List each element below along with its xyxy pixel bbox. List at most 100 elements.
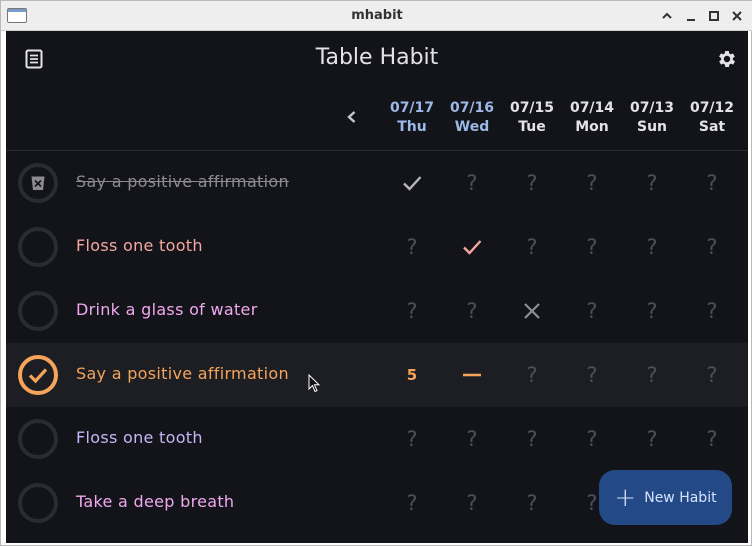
habit-row[interactable]: Floss one tooth?????? bbox=[6, 407, 748, 471]
record-cell-unknown[interactable]: ? bbox=[622, 163, 682, 203]
record-cell-unknown[interactable]: ? bbox=[622, 227, 682, 267]
question-mark-icon: ? bbox=[406, 427, 418, 451]
check-icon bbox=[461, 236, 483, 258]
previous-dates-button[interactable] bbox=[332, 97, 372, 137]
new-habit-button[interactable]: + New Habit bbox=[599, 470, 732, 525]
habit-progress-ring[interactable] bbox=[18, 355, 58, 395]
record-cell-unknown[interactable]: ? bbox=[502, 483, 562, 523]
gear-icon bbox=[719, 51, 735, 67]
record-cell-unknown[interactable]: ? bbox=[562, 291, 622, 331]
record-cell-unknown[interactable]: ? bbox=[562, 419, 622, 459]
habit-progress-ring[interactable] bbox=[18, 291, 58, 331]
record-cell-unknown[interactable]: ? bbox=[682, 419, 742, 459]
record-cell-check[interactable] bbox=[442, 227, 502, 267]
dash-icon bbox=[462, 372, 482, 378]
close-button[interactable] bbox=[727, 6, 747, 26]
habit-row[interactable]: Say a positive affirmation 5???? bbox=[6, 343, 748, 407]
day-date: 07/16 bbox=[449, 100, 495, 116]
habit-progress-ring[interactable] bbox=[18, 163, 58, 203]
record-value: 5 bbox=[406, 366, 418, 384]
record-cell-unknown[interactable]: ? bbox=[502, 227, 562, 267]
record-cell-unknown[interactable]: ? bbox=[562, 163, 622, 203]
day-weekday: Thu bbox=[397, 119, 427, 135]
question-mark-icon: ? bbox=[586, 235, 598, 259]
record-cell-unknown[interactable]: ? bbox=[502, 419, 562, 459]
record-cell-value[interactable]: 5 bbox=[382, 355, 442, 395]
record-cell-check[interactable] bbox=[382, 163, 442, 203]
record-cell-unknown[interactable]: ? bbox=[382, 291, 442, 331]
record-cell-unknown[interactable]: ? bbox=[562, 227, 622, 267]
record-cell-unknown[interactable]: ? bbox=[442, 163, 502, 203]
habit-name: Floss one tooth bbox=[76, 428, 203, 447]
record-cell-unknown[interactable]: ? bbox=[682, 227, 742, 267]
record-cell-unknown[interactable]: ? bbox=[622, 419, 682, 459]
habit-row[interactable]: Say a positive affirmation????? bbox=[6, 151, 748, 215]
plus-icon: + bbox=[614, 482, 637, 513]
question-mark-icon: ? bbox=[526, 363, 538, 387]
habit-row[interactable]: Floss one tooth????? bbox=[6, 215, 748, 279]
day-column-header[interactable]: 07/17 Thu bbox=[382, 99, 442, 137]
maximize-up-icon[interactable] bbox=[657, 6, 677, 26]
question-mark-icon: ? bbox=[526, 491, 538, 515]
question-mark-icon: ? bbox=[526, 235, 538, 259]
record-cell-unknown[interactable]: ? bbox=[382, 227, 442, 267]
mouse-cursor-icon bbox=[308, 374, 320, 393]
record-cell-unknown[interactable]: ? bbox=[622, 355, 682, 395]
record-cell-unknown[interactable]: ? bbox=[682, 291, 742, 331]
check-icon bbox=[28, 368, 48, 384]
question-mark-icon: ? bbox=[646, 427, 658, 451]
habit-name: Floss one tooth bbox=[76, 236, 203, 255]
day-date: 07/14 bbox=[569, 100, 615, 116]
question-mark-icon: ? bbox=[646, 363, 658, 387]
record-cell-dash[interactable] bbox=[442, 355, 502, 395]
habit-progress-ring[interactable] bbox=[18, 227, 58, 267]
settings-button[interactable] bbox=[707, 39, 747, 79]
day-weekday: Sun bbox=[636, 119, 668, 135]
record-cell-unknown[interactable]: ? bbox=[502, 163, 562, 203]
minimize-button[interactable] bbox=[681, 6, 701, 26]
question-mark-icon: ? bbox=[586, 427, 598, 451]
day-column-header[interactable]: 07/13 Sun bbox=[622, 99, 682, 137]
archive-icon bbox=[31, 176, 45, 190]
record-cell-unknown[interactable]: ? bbox=[442, 483, 502, 523]
day-column-header[interactable]: 07/16 Wed bbox=[442, 99, 502, 137]
habit-name: Take a deep breath bbox=[76, 492, 235, 511]
record-cell-unknown[interactable]: ? bbox=[382, 419, 442, 459]
habit-name: Drink a glass of water bbox=[76, 300, 258, 319]
app-bar: Table Habit bbox=[6, 31, 748, 87]
habit-name: Say a positive affirmation bbox=[76, 172, 289, 191]
record-cell-unknown[interactable]: ? bbox=[622, 291, 682, 331]
maximize-button[interactable] bbox=[704, 6, 724, 26]
question-mark-icon: ? bbox=[646, 235, 658, 259]
date-header-row: 07/17 Thu 07/16 Wed 07/15 Tue 07/14 Mon 07/13 Sun… bbox=[6, 87, 748, 151]
question-mark-icon: ? bbox=[706, 299, 718, 323]
day-date: 07/17 bbox=[389, 100, 435, 116]
question-mark-icon: ? bbox=[646, 299, 658, 323]
new-habit-label: New Habit bbox=[644, 489, 717, 506]
day-column-header[interactable]: 07/15 Tue bbox=[502, 99, 562, 137]
record-cell-unknown[interactable]: ? bbox=[502, 355, 562, 395]
record-cell-unknown[interactable]: ? bbox=[682, 163, 742, 203]
question-mark-icon: ? bbox=[406, 491, 418, 515]
record-cell-cross[interactable] bbox=[502, 291, 562, 331]
day-column-header[interactable]: 07/14 Mon bbox=[562, 99, 622, 137]
habit-row[interactable]: Drink a glass of water????? bbox=[6, 279, 748, 343]
check-icon bbox=[401, 172, 423, 194]
record-cell-unknown[interactable]: ? bbox=[562, 355, 622, 395]
record-cell-unknown[interactable]: ? bbox=[682, 355, 742, 395]
record-cell-unknown[interactable]: ? bbox=[382, 483, 442, 523]
day-column-header[interactable]: 07/12 Sat bbox=[682, 99, 742, 137]
title-bar: mhabit bbox=[1, 1, 752, 31]
day-weekday: Sat bbox=[698, 119, 726, 135]
habit-progress-ring[interactable] bbox=[18, 419, 58, 459]
question-mark-icon: ? bbox=[406, 235, 418, 259]
record-cell-unknown[interactable]: ? bbox=[442, 419, 502, 459]
window-title: mhabit bbox=[351, 8, 403, 23]
question-mark-icon: ? bbox=[586, 299, 598, 323]
question-mark-icon: ? bbox=[706, 427, 718, 451]
chevron-left-icon bbox=[347, 111, 356, 123]
habit-progress-ring[interactable] bbox=[18, 483, 58, 523]
question-mark-icon: ? bbox=[466, 171, 478, 195]
record-cell-unknown[interactable]: ? bbox=[442, 291, 502, 331]
question-mark-icon: ? bbox=[466, 299, 478, 323]
